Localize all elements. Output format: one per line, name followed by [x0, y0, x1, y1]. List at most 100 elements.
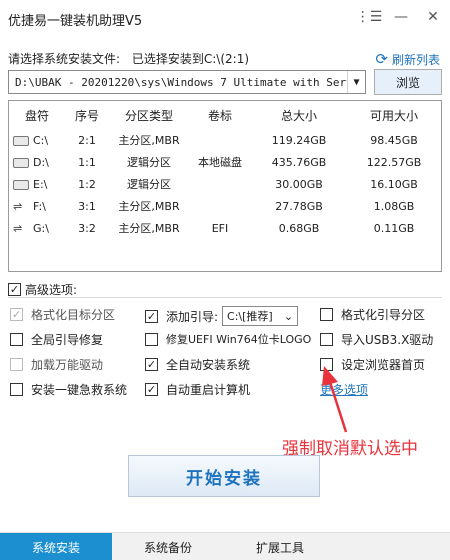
refresh-icon: ⟳ — [375, 50, 388, 68]
disk-letter: E:\ — [33, 177, 48, 191]
cell-disk: D:\ — [9, 151, 65, 173]
tab-extension-tools[interactable]: 扩展工具 — [224, 533, 336, 560]
hard-drive-icon — [13, 179, 29, 190]
table-row[interactable]: E:\ 1:2 逻辑分区 30.00GB 16.10GB — [9, 173, 441, 195]
cell-total: 0.68GB — [278, 221, 320, 235]
disk-letter: F:\ — [33, 199, 46, 213]
cell-type: 主分区,MBR — [118, 134, 180, 147]
annotation-arrow-icon — [322, 366, 348, 433]
load-universal-driver-option[interactable]: 加载万能驱动 — [10, 356, 103, 373]
image-select-row: 请选择系统安装文件: 已选择安装到C:\(2:1) — [8, 50, 249, 67]
cell-index: 2:1 — [78, 133, 96, 147]
start-install-button[interactable]: 开始安装 — [128, 455, 320, 497]
cell-total: 119.24GB — [271, 133, 327, 147]
add-boot-option[interactable]: ✓ 添加引导: C:\[推荐] ⌄ — [145, 306, 299, 326]
tab-system-install[interactable]: 系统安装 — [0, 533, 112, 560]
close-icon[interactable]: ✕ — [422, 6, 444, 28]
image-path-value: D:\UBAK - 20201220\sys\Windows 7 Ultimat… — [15, 75, 366, 89]
tab-system-backup[interactable]: 系统备份 — [112, 533, 224, 560]
cell-label — [189, 173, 251, 195]
load-universal-driver-label: 加载万能驱动 — [31, 358, 104, 372]
fix-uefi-label: 修复UEFI Win764位卡LOGO — [166, 333, 312, 346]
fix-uefi-checkbox[interactable] — [145, 332, 158, 346]
minimize-icon[interactable]: — — [390, 6, 412, 28]
table-row[interactable]: ⇌ G:\ 3:2 主分区,MBR EFI 0.68GB 0.11GB — [9, 217, 441, 239]
menu-icon[interactable]: ⋮☰ — [356, 6, 383, 28]
advanced-options-toggle[interactable]: ✓ 高级选项: — [8, 281, 77, 298]
cell-free: 16.10GB — [370, 177, 418, 191]
global-boot-fix-option[interactable]: 全局引导修复 — [10, 331, 103, 348]
table-row[interactable]: ⇌ F:\ 3:1 主分区,MBR 27.78GB 1.08GB — [9, 195, 441, 217]
usb-drive-icon: ⇌ — [13, 221, 23, 235]
install-rescue-checkbox[interactable] — [10, 383, 23, 396]
import-usb3-label: 导入USB3.X驱动 — [341, 333, 434, 347]
global-boot-fix-label: 全局引导修复 — [31, 333, 104, 347]
usb-drive-icon: ⇌ — [13, 199, 23, 213]
disk-letter: C:\ — [33, 133, 49, 147]
install-rescue-label: 安装一键急救系统 — [31, 383, 128, 397]
auto-install-checkbox[interactable]: ✓ — [145, 358, 158, 371]
column-header: 分区类型 — [124, 108, 173, 123]
window-title: 优捷易一键装机助理V5 — [8, 14, 143, 29]
auto-restart-option[interactable]: ✓ 自动重启计算机 — [145, 381, 250, 398]
cell-total: 30.00GB — [275, 177, 323, 191]
auto-restart-checkbox[interactable]: ✓ — [145, 383, 158, 396]
cell-type: 主分区,MBR — [118, 222, 180, 235]
auto-install-option[interactable]: ✓ 全自动安装系统 — [145, 356, 250, 373]
format-target-label: 格式化目标分区 — [31, 308, 116, 322]
chevron-down-icon: ⌄ — [283, 309, 294, 323]
add-boot-checkbox[interactable]: ✓ — [145, 309, 158, 323]
cell-disk: E:\ — [9, 173, 65, 195]
fix-uefi-option[interactable]: 修复UEFI Win764位卡LOGO — [145, 331, 311, 347]
disk-letter: G:\ — [33, 221, 49, 235]
title-bar: 优捷易一键装机助理V5 ⋮☰ — ✕ — [0, 0, 450, 36]
boot-partition-select[interactable]: C:\[推荐] ⌄ — [222, 306, 299, 326]
cell-type: 主分区,MBR — [118, 200, 180, 213]
bottom-tabs: 系统安装 系统备份 扩展工具 — [0, 532, 450, 560]
disk-letter: D:\ — [33, 155, 49, 169]
refresh-label: 刷新列表 — [391, 52, 440, 67]
image-path-select[interactable]: D:\UBAK - 20201220\sys\Windows 7 Ultimat… — [8, 70, 366, 94]
refresh-button[interactable]: ⟳ 刷新列表 — [375, 50, 440, 68]
advanced-options-label: 高级选项: — [25, 283, 78, 297]
global-boot-fix-checkbox[interactable] — [10, 333, 23, 346]
format-boot-option[interactable]: 格式化引导分区 — [320, 306, 425, 323]
install-status: 已选择安装到C:\(2:1) — [131, 52, 250, 66]
cell-free: 0.11GB — [373, 221, 415, 235]
column-header: 盘符 — [24, 108, 49, 123]
cell-index: 1:2 — [78, 177, 96, 191]
divider — [8, 297, 442, 298]
format-target-checkbox[interactable]: ✓ — [10, 308, 23, 321]
column-header: 可用大小 — [369, 108, 418, 123]
format-boot-label: 格式化引导分区 — [341, 308, 426, 322]
cell-disk: ⇌ F:\ — [9, 195, 65, 217]
cell-type: 逻辑分区 — [127, 178, 171, 191]
column-header: 总大小 — [280, 108, 317, 123]
import-usb3-checkbox[interactable] — [320, 333, 333, 346]
auto-restart-label: 自动重启计算机 — [166, 383, 251, 397]
cell-free: 122.57GB — [366, 155, 422, 169]
column-header: 卷标 — [207, 108, 232, 123]
import-usb3-option[interactable]: 导入USB3.X驱动 — [320, 331, 433, 348]
cell-index: 3:2 — [78, 221, 96, 235]
table-row[interactable]: C:\ 2:1 主分区,MBR 119.24GB 98.45GB — [9, 129, 441, 151]
cell-total: 27.78GB — [275, 199, 323, 213]
chevron-down-icon[interactable]: ▼ — [347, 71, 365, 93]
cell-disk: C:\ — [9, 129, 65, 151]
cell-index: 3:1 — [78, 199, 96, 213]
cell-label: 本地磁盘 — [198, 156, 242, 169]
install-rescue-option[interactable]: 安装一键急救系统 — [10, 381, 127, 398]
cell-label — [189, 129, 251, 151]
table-row[interactable]: D:\ 1:1 逻辑分区 本地磁盘 435.76GB 122.57GB — [9, 151, 441, 173]
format-boot-checkbox[interactable] — [320, 308, 333, 321]
image-label: 请选择系统安装文件: — [8, 52, 121, 66]
format-target-option[interactable]: ✓ 格式化目标分区 — [10, 306, 115, 323]
cell-label: EFI — [211, 221, 229, 235]
cell-free: 1.08GB — [373, 199, 415, 213]
partition-table: 盘符 序号 分区类型 卷标 总大小 可用大小 C:\ 2:1 主分区,MBR 119.… — [8, 100, 442, 272]
browse-button[interactable]: 浏览 — [374, 69, 442, 95]
cell-index: 1:1 — [78, 155, 96, 169]
cell-disk: ⇌ G:\ — [9, 217, 65, 239]
load-universal-driver-checkbox[interactable] — [10, 358, 23, 371]
advanced-options-checkbox[interactable]: ✓ — [8, 283, 21, 296]
